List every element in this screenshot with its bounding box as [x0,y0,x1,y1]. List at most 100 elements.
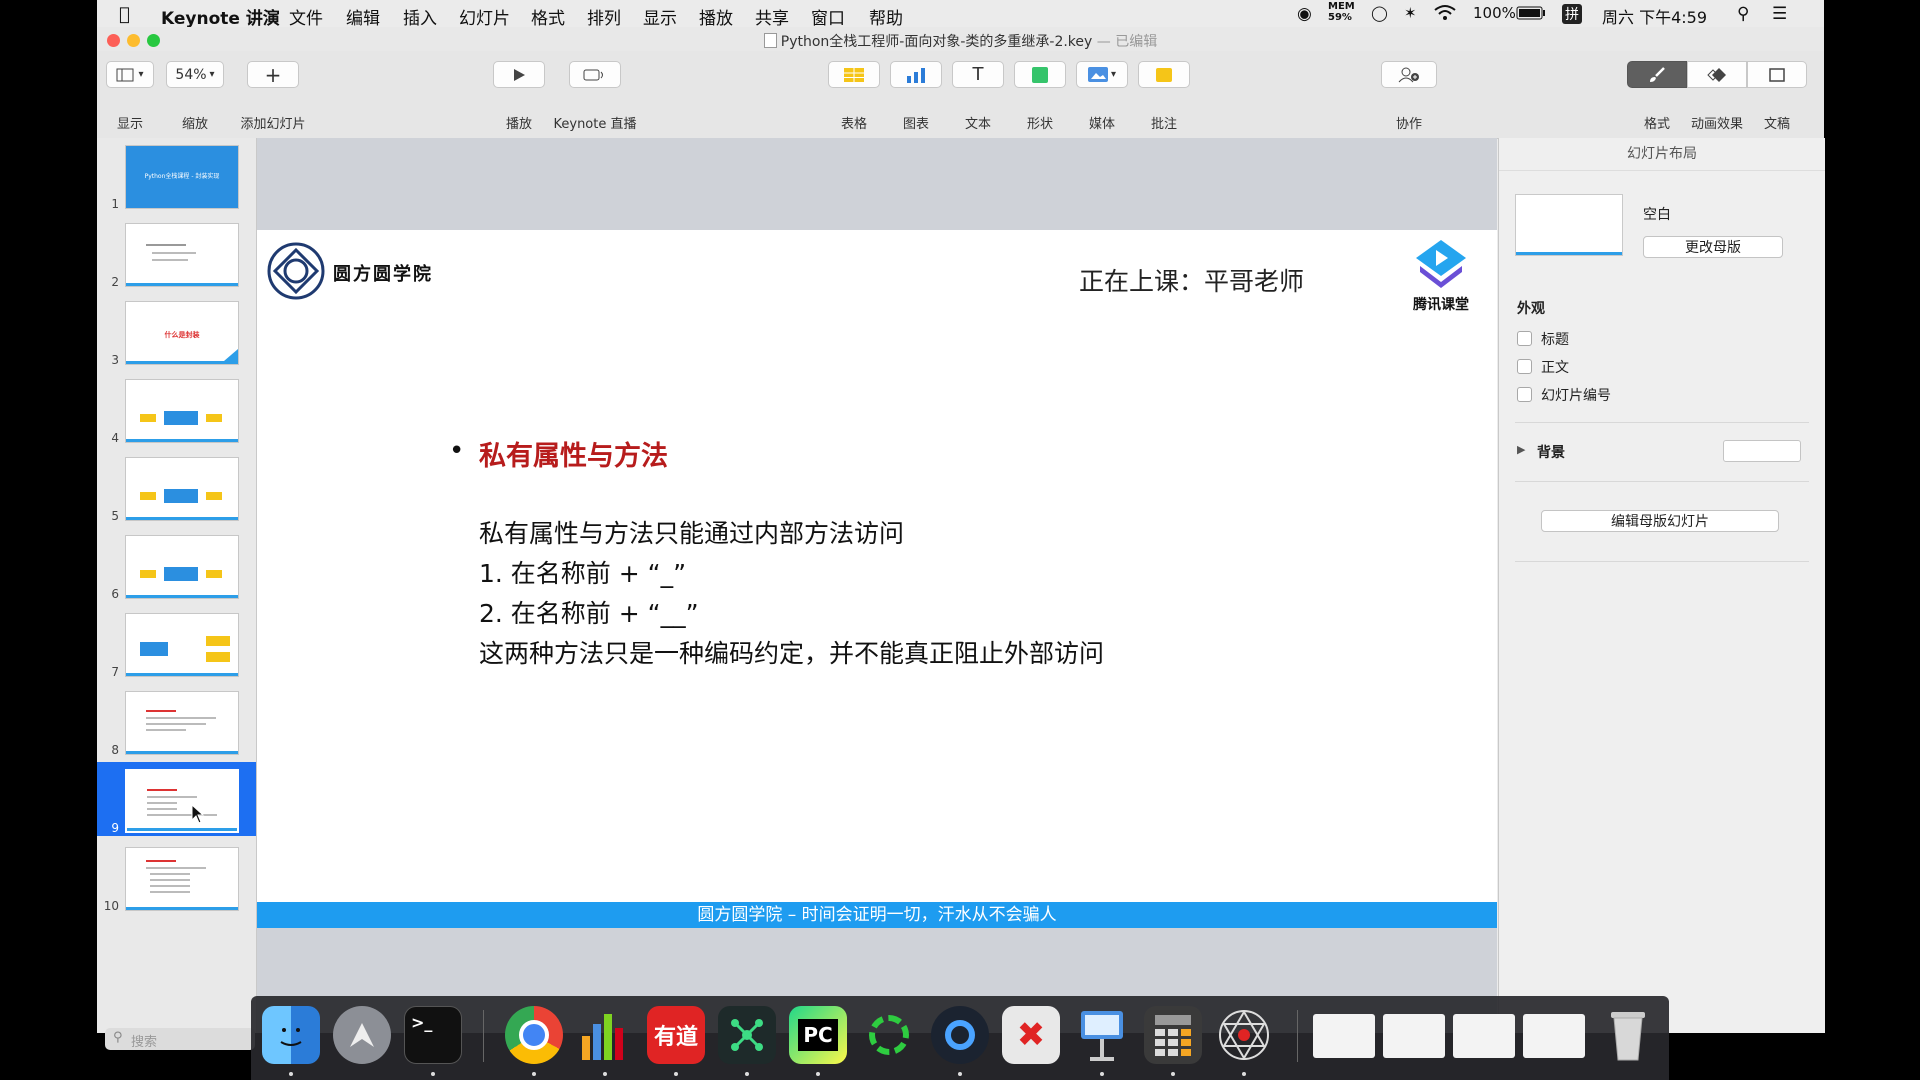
activity-icon[interactable] [860,1006,918,1064]
add-slide-label: 添加幻灯片 [240,117,306,132]
running-indicator [532,1072,536,1076]
inspector-header: 幻灯片布局 [1499,138,1825,171]
menu-play[interactable]: 播放 [699,4,733,29]
minimized-window-icon[interactable] [1313,1014,1375,1058]
thumb-title: Python全栈课程 - 封装实现 [144,173,220,180]
terminal-icon[interactable]: >_ [404,1006,462,1064]
menu-share[interactable]: 共享 [755,4,789,29]
trash-icon[interactable] [1599,1006,1657,1064]
menu-format[interactable]: 格式 [531,4,565,29]
slide-thumbnail-1[interactable]: Python全栈课程 - 封装实现 [125,145,239,209]
disclosure-triangle-icon[interactable]: ▶ [1517,443,1525,456]
format-button[interactable] [1627,61,1687,88]
bluetooth-icon[interactable]: ✶ [1404,4,1417,22]
navigator-search[interactable]: ⚲ 搜索 [105,1028,255,1050]
calculator-icon[interactable] [1144,1006,1202,1064]
edit-master-slide-button[interactable]: 编辑母版幻灯片 [1541,510,1779,532]
battery-icon[interactable] [1516,6,1546,24]
body-checkbox[interactable] [1517,359,1532,374]
change-master-button[interactable]: 更改母版 [1643,236,1783,258]
minimized-window-icon[interactable] [1453,1014,1515,1058]
minimized-window-icon[interactable] [1383,1014,1445,1058]
paintbrush-icon [1650,66,1665,82]
add-slide-button[interactable]: + [247,61,299,88]
keynote-icon[interactable] [1073,1006,1131,1064]
quicktime-icon[interactable] [931,1006,989,1064]
slide-number-checkbox[interactable] [1517,387,1532,402]
keynote-window: Python全栈工程师-面向对象-类的多重继承-2.key — 已编辑 ▾ 显示… [97,27,1825,1050]
chat-icon[interactable]: ◯ [1371,4,1388,22]
slide-thumbnail-6[interactable] [125,535,239,599]
slide-thumbnail-9[interactable] [125,769,239,833]
document-button[interactable] [1747,61,1807,88]
media-button[interactable]: ▾ [1076,61,1128,88]
running-indicator [603,1072,607,1076]
numbers-icon[interactable] [576,1006,634,1064]
slide-thumbnail-8[interactable] [125,691,239,755]
finder-icon[interactable] [262,1006,320,1064]
pycharm-icon[interactable]: PC [789,1006,847,1064]
network-icon[interactable] [1215,1006,1273,1064]
animate-label: 动画效果 [1690,117,1743,132]
animate-button[interactable] [1687,61,1747,88]
comment-button[interactable] [1138,61,1190,88]
play-button[interactable] [493,61,545,88]
body-line: 这两种方法只是一种编码约定，并不能真正阻止外部访问 [479,639,1105,668]
running-indicator [1100,1072,1104,1076]
title-checkbox[interactable] [1517,331,1532,346]
zoom-select[interactable]: 54% ▾ [166,61,224,88]
collaborate-button[interactable] [1381,61,1437,88]
current-slide[interactable]: 圆方圆学院 正在上课：平哥老师 腾讯课堂 • 私有属性与方法 私有属性与方法只能… [257,230,1497,928]
xmind-icon[interactable] [718,1006,776,1064]
media-label: 媒体 [1088,117,1115,132]
document-panel-icon [1769,67,1785,82]
mem-monitor[interactable]: MEM 59% [1328,1,1355,23]
platform-name: 腾讯课堂 [1413,297,1469,313]
apple-icon[interactable]:  [119,4,130,25]
keynote-live-button[interactable] [569,61,621,88]
launchpad-icon[interactable] [333,1006,391,1064]
menu-slide[interactable]: 幻灯片 [459,4,510,29]
background-label[interactable]: 背景 [1537,442,1565,462]
table-button[interactable] [828,61,880,88]
running-indicator [1242,1072,1246,1076]
slide-thumbnail-3[interactable]: 什么是封装 [125,301,239,365]
divider [1515,481,1809,482]
body-line: 1. 在名称前 + “_” [479,559,687,588]
menu-app-name[interactable]: Keynote 讲演 [161,4,280,29]
menu-insert[interactable]: 插入 [403,4,437,29]
shape-button[interactable] [1014,61,1066,88]
text-button[interactable]: T [952,61,1004,88]
record-icon[interactable]: ◉ [1297,4,1312,24]
slide-thumbnail-10[interactable] [125,847,239,911]
view-button[interactable]: ▾ [106,61,154,88]
youdao-icon[interactable]: 有道 [647,1006,705,1064]
menu-help[interactable]: 帮助 [869,4,903,29]
wifi-icon[interactable] [1433,4,1457,26]
chart-button[interactable] [890,61,942,88]
clock[interactable]: 周六 下午4:59 [1602,4,1707,28]
slide-thumbnail-2[interactable] [125,223,239,287]
collaborate-icon [1398,67,1419,82]
spotlight-icon[interactable]: ⚲ [1737,4,1749,24]
background-color-well[interactable] [1723,440,1801,462]
slide-number-option-label: 幻灯片编号 [1541,388,1611,404]
menu-edit[interactable]: 编辑 [346,4,380,29]
school-logo-icon [267,242,325,300]
input-method[interactable]: 拼 [1562,4,1582,24]
menu-view[interactable]: 显示 [643,4,677,29]
minimized-window-icon[interactable] [1523,1014,1585,1058]
slide-thumbnail-5[interactable] [125,457,239,521]
notification-icon[interactable]: ☰ [1772,4,1787,24]
menu-file[interactable]: 文件 [289,4,323,29]
chrome-icon[interactable] [505,1006,563,1064]
xmind-zen-icon[interactable]: ✖ [1002,1006,1060,1064]
slide-thumbnail-4[interactable] [125,379,239,443]
slide-number: 7 [111,665,119,679]
appearance-heading: 外观 [1517,301,1545,317]
layout-thumbnail[interactable] [1515,194,1623,256]
slide-thumbnail-7[interactable] [125,613,239,677]
menu-window[interactable]: 窗口 [811,4,845,29]
menu-arrange[interactable]: 排列 [587,4,621,29]
battery-percent[interactable]: 100% [1473,4,1516,22]
